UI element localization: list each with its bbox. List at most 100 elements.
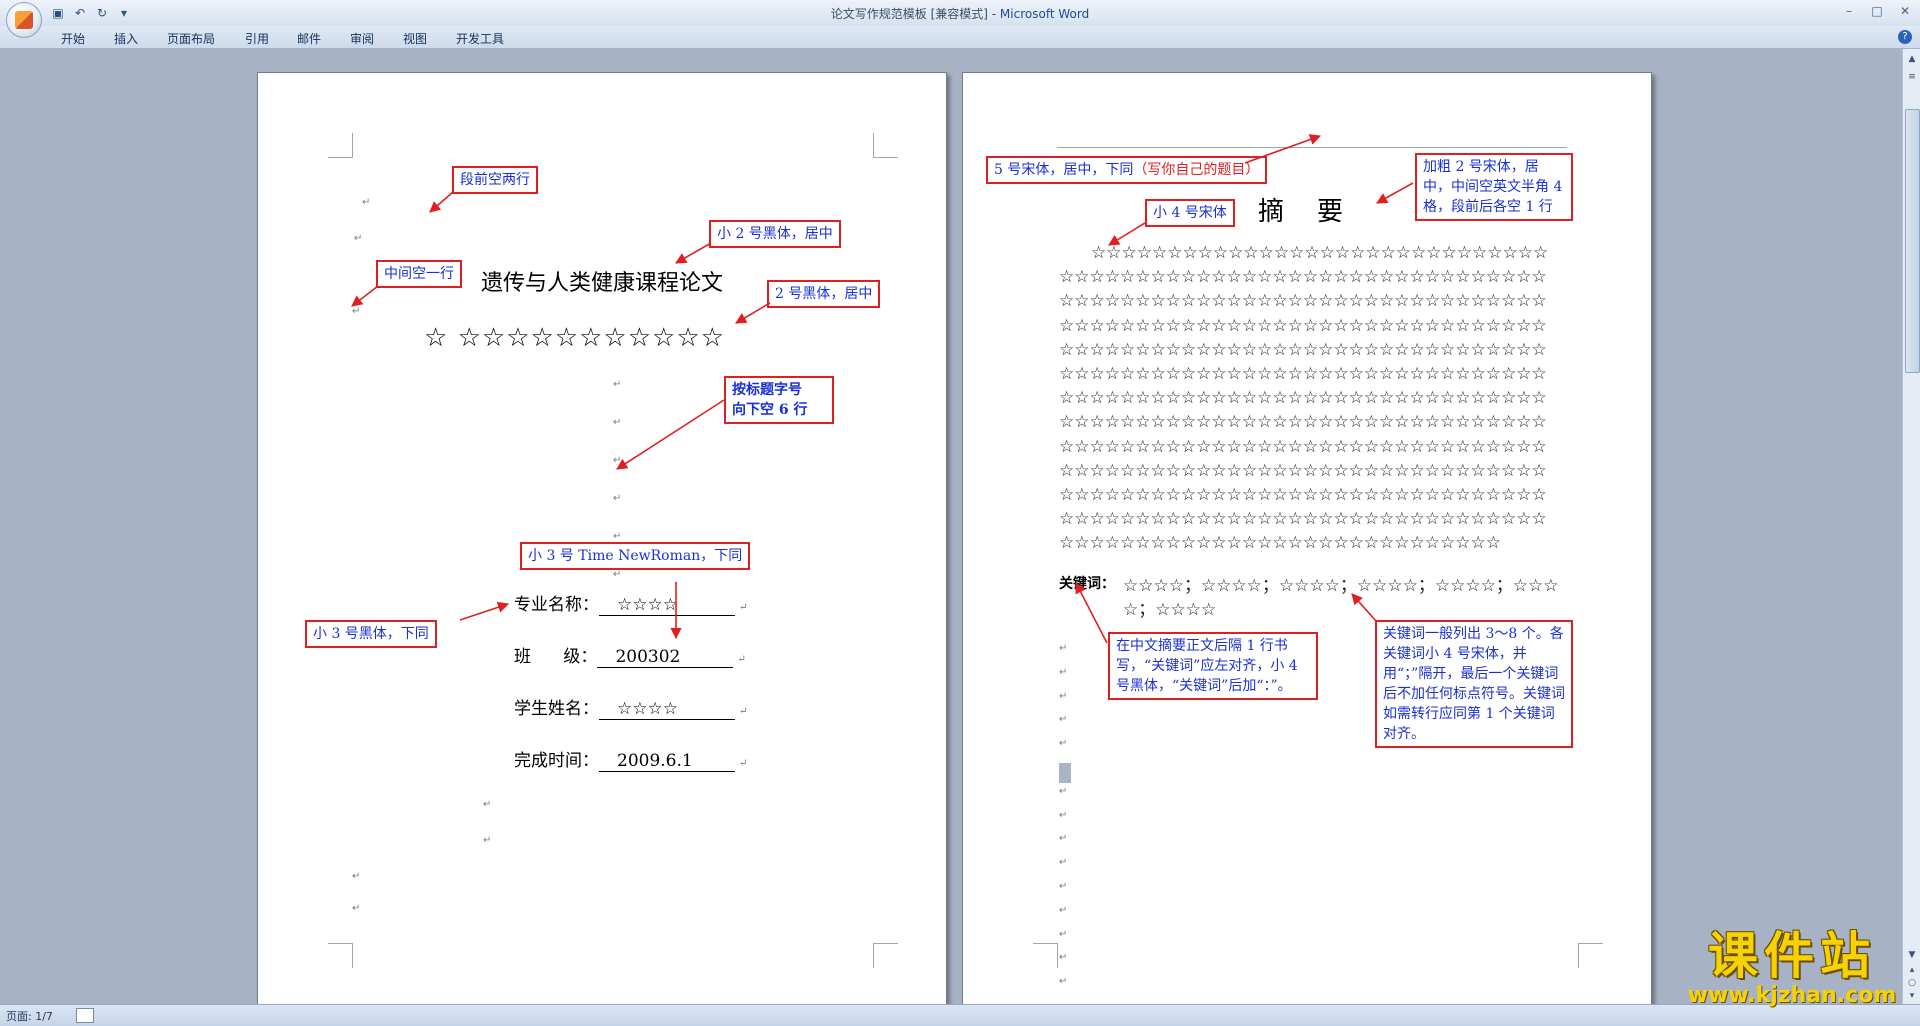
- annotation-text-red: （写你自己的题目）: [1133, 162, 1260, 178]
- tab-review[interactable]: 审阅: [350, 30, 374, 47]
- field-student-name: 学生姓名： ☆☆☆☆ ↵: [514, 699, 748, 720]
- crop-mark: [1033, 943, 1058, 968]
- tab-page-layout[interactable]: 页面布局: [167, 30, 215, 47]
- annotation-keywords-note: 在中文摘要正文后隔 1 行书写，“关键词”应左对齐，小 4 号黑体，“关键词”后…: [1108, 632, 1318, 700]
- abstract-line: ☆☆☆☆☆☆☆☆☆☆☆☆☆☆☆☆☆☆☆☆☆☆☆☆☆☆☆☆☆☆: [1091, 243, 1549, 263]
- paragraph-mark: ↵: [1059, 833, 1068, 845]
- field-label: 班 级：: [514, 647, 598, 667]
- crop-mark: [328, 943, 353, 968]
- status-bar: 页面: 1/7: [0, 1004, 1920, 1026]
- field-class: 班 级： 200302 ↵: [514, 647, 746, 668]
- abstract-line: ☆☆☆☆☆☆☆☆☆☆☆☆☆☆☆☆☆☆☆☆☆☆☆☆☆☆☆☆☆☆☆☆: [1059, 436, 1547, 457]
- abstract-line: ☆☆☆☆☆☆☆☆☆☆☆☆☆☆☆☆☆☆☆☆☆☆☆☆☆☆☆☆☆☆☆☆: [1059, 267, 1547, 288]
- document-area: ↵ ↵ ↵ 遗传与人类健康课程论文 ☆ ☆☆☆☆☆☆☆☆☆☆☆ ↵ ↵ ↵ ↵ …: [0, 49, 1902, 1014]
- abstract-line: ☆☆☆☆☆☆☆☆☆☆☆☆☆☆☆☆☆☆☆☆☆☆☆☆☆☆☆☆☆☆☆☆: [1059, 485, 1547, 505]
- annotation-subtitle-font: 2 号黑体，居中: [767, 280, 881, 308]
- annotation-line: 按标题字号: [732, 382, 802, 398]
- paragraph-mark: ↵: [483, 835, 492, 846]
- paragraph-mark: ↵: [354, 233, 363, 244]
- text-cursor-selection: [1059, 763, 1071, 783]
- abstract-line: ☆☆☆☆☆☆☆☆☆☆☆☆☆☆☆☆☆☆☆☆☆☆☆☆☆☆☆☆☆: [1059, 533, 1501, 554]
- scroll-up-icon[interactable]: ▲: [1906, 53, 1918, 65]
- field-finish-date: 完成时间： 2009.6.1 ↵: [514, 751, 748, 772]
- paragraph-mark: ↵: [483, 799, 492, 810]
- paragraph-mark: ↵: [1059, 904, 1068, 916]
- keywords-line-1: ☆☆☆☆；☆☆☆☆；☆☆☆☆；☆☆☆☆；☆☆☆☆；☆☆☆: [1123, 576, 1559, 596]
- ruler-toggle-icon[interactable]: ≡: [1906, 71, 1918, 83]
- abstract-line: ☆☆☆☆☆☆☆☆☆☆☆☆☆☆☆☆☆☆☆☆☆☆☆☆☆☆☆☆☆☆☆☆: [1059, 460, 1547, 481]
- window-title: 论文写作规范模板 [兼容模式] - Microsoft Word: [0, 5, 1920, 22]
- office-logo-icon: [15, 11, 33, 29]
- tab-mailings[interactable]: 邮件: [297, 30, 321, 47]
- annotation-title-note: 5 号宋体，居中，下同（写你自己的题目）: [986, 156, 1268, 184]
- annotation-text: 5 号宋体，居中，下同: [994, 162, 1134, 178]
- paragraph-mark: ↵: [352, 306, 361, 317]
- ribbon-tabs: 开始 插入 页面布局 引用 邮件 审阅 视图 开发工具: [0, 26, 1920, 49]
- paragraph-mark: ↵: [1059, 881, 1068, 892]
- paragraph-mark: ↵: [1059, 857, 1068, 869]
- paragraph-mark: ↵: [352, 871, 361, 882]
- annotation-title-font: 小 2 号黑体，居中: [709, 220, 841, 248]
- annotation-line: 向下空 6 行: [732, 402, 808, 418]
- subtitle-stars: ☆ ☆☆☆☆☆☆☆☆☆☆☆: [424, 323, 725, 353]
- site-watermark: 课件站 www.kjzhan.com: [1672, 928, 1912, 1008]
- abstract-line: ☆☆☆☆☆☆☆☆☆☆☆☆☆☆☆☆☆☆☆☆☆☆☆☆☆☆☆☆☆☆☆☆: [1059, 412, 1547, 433]
- proofing-icon[interactable]: [76, 1008, 94, 1023]
- office-button[interactable]: [6, 2, 42, 38]
- help-icon[interactable]: ?: [1898, 30, 1912, 44]
- maximize-icon[interactable]: □: [1870, 4, 1884, 18]
- annotation-abstract-font: 小 4 号宋体: [1145, 199, 1235, 227]
- paragraph-mark: ↵: [613, 531, 622, 542]
- vertical-scrollbar[interactable]: ▲ ≡ ▼ ▴ ○ ▾: [1902, 49, 1920, 1004]
- abstract-heading: 摘 要: [1258, 197, 1344, 227]
- paragraph-mark: ↵: [1059, 690, 1068, 702]
- abstract-line: ☆☆☆☆☆☆☆☆☆☆☆☆☆☆☆☆☆☆☆☆☆☆☆☆☆☆☆☆☆☆☆☆: [1059, 364, 1547, 384]
- annotation-blank-lines: 按标题字号 向下空 6 行: [724, 376, 834, 424]
- annotation-fields-font-cn: 小 3 号黑体，下同: [305, 620, 437, 648]
- tab-insert[interactable]: 插入: [114, 30, 138, 47]
- tab-home[interactable]: 开始: [61, 30, 85, 47]
- abstract-line: ☆☆☆☆☆☆☆☆☆☆☆☆☆☆☆☆☆☆☆☆☆☆☆☆☆☆☆☆☆☆☆☆: [1059, 509, 1547, 530]
- thesis-title: 遗传与人类健康课程论文: [481, 271, 724, 296]
- watermark-url: www.kjzhan.com: [1687, 983, 1897, 1008]
- paragraph-mark: ↵: [1059, 666, 1068, 678]
- minimize-icon[interactable]: –: [1842, 4, 1856, 18]
- header-line: [1057, 147, 1567, 148]
- field-major: 专业名称： ☆☆☆☆ ↵: [514, 595, 748, 616]
- scroll-thumb[interactable]: [1905, 109, 1920, 373]
- field-value: 200302: [597, 647, 734, 668]
- annotation-fields-font-en: 小 3 号 Time NewRoman，下同: [520, 542, 751, 570]
- paragraph-mark: ↵: [613, 417, 622, 428]
- paragraph-mark: ↵: [1059, 928, 1068, 940]
- annotation-middle-blank: 中间空一行: [376, 260, 462, 288]
- paragraph-mark: ↵: [613, 379, 622, 390]
- paragraph-mark: ↵: [1059, 952, 1068, 964]
- abstract-line: ☆☆☆☆☆☆☆☆☆☆☆☆☆☆☆☆☆☆☆☆☆☆☆☆☆☆☆☆☆☆☆☆: [1059, 291, 1547, 312]
- field-label: 学生姓名：: [514, 699, 599, 719]
- annotation-keywords-rule: 关键词一般列出 3～8 个。各关键词小 4 号宋体，并用“；”隔开，最后一个关键…: [1375, 620, 1573, 748]
- paragraph-mark: ↵: [1059, 976, 1068, 988]
- abstract-line: ☆☆☆☆☆☆☆☆☆☆☆☆☆☆☆☆☆☆☆☆☆☆☆☆☆☆☆☆☆☆☆☆: [1059, 315, 1547, 336]
- crop-mark: [873, 133, 898, 158]
- tab-references[interactable]: 引用: [245, 30, 269, 47]
- annotation-heading-note: 加粗 2 号宋体，居中，中间空英文半角 4 格，段前后各空 1 行: [1415, 153, 1573, 221]
- page-count[interactable]: 页面: 1/7: [6, 1008, 53, 1024]
- keywords-line-2: ☆；☆☆☆☆: [1123, 600, 1217, 620]
- paragraph-mark: ↵: [352, 903, 361, 914]
- abstract-line: ☆☆☆☆☆☆☆☆☆☆☆☆☆☆☆☆☆☆☆☆☆☆☆☆☆☆☆☆☆☆☆☆: [1059, 388, 1547, 409]
- title-bar: ▣ ↶ ↻ ▾ 论文写作规范模板 [兼容模式] - Microsoft Word…: [0, 0, 1920, 26]
- paragraph-mark: ↵: [1059, 643, 1068, 654]
- document-title: 论文写作规范模板 [兼容模式] -: [830, 7, 1000, 21]
- field-label: 专业名称：: [514, 595, 599, 615]
- close-icon[interactable]: ✕: [1898, 4, 1912, 18]
- paragraph-mark: ↵: [1059, 785, 1068, 797]
- app-name: Microsoft Word: [999, 7, 1090, 21]
- window-controls: – □ ✕: [1842, 4, 1912, 18]
- paragraph-mark: ↵: [613, 455, 622, 466]
- annotation-before-space: 段前空两行: [452, 166, 538, 194]
- tab-view[interactable]: 视图: [403, 30, 427, 47]
- tab-developer[interactable]: 开发工具: [456, 30, 504, 47]
- field-value: 2009.6.1: [599, 751, 735, 772]
- crop-mark: [873, 943, 898, 968]
- crop-mark: [328, 133, 353, 158]
